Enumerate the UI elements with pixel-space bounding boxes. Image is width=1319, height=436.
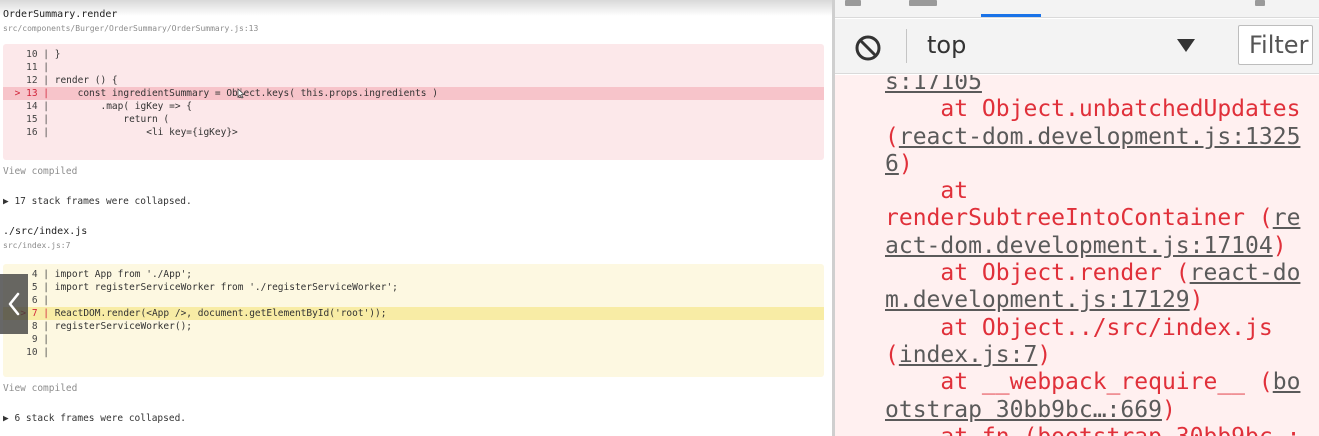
line-number: 10 | bbox=[26, 347, 49, 358]
error-overlay: OrderSummary.render src/components/Burge… bbox=[0, 0, 832, 436]
code-line: 4 | import App from './App'; bbox=[3, 268, 824, 281]
previous-error-button[interactable] bbox=[0, 274, 28, 334]
stack-trace-line: (index.js:7) bbox=[885, 342, 1300, 369]
line-number: 14 | bbox=[26, 101, 49, 112]
stack-text: at fn (bootstrap 30bb9bc…: bbox=[885, 424, 1300, 436]
code-line: 15 | return ( bbox=[3, 113, 824, 126]
line-number: > 13 | bbox=[14, 88, 49, 99]
collapsed-frames-toggle[interactable]: ▶ 6 stack frames were collapsed. bbox=[3, 413, 186, 424]
line-number: 9 | bbox=[31, 334, 49, 345]
stack-text: ) bbox=[1272, 232, 1287, 259]
code-text: import App from './App'; bbox=[54, 269, 193, 280]
source-link[interactable]: bo bbox=[1273, 369, 1301, 395]
stack-trace-line: at Object.unbatchedUpdates bbox=[885, 96, 1300, 123]
stack-text: ( bbox=[885, 123, 899, 150]
error-stack-trace: s:17105 at Object.unbatchedUpdates (react… bbox=[885, 75, 1300, 436]
code-line: 10 | } bbox=[3, 48, 824, 61]
stack-text: at Object../src/index.js bbox=[885, 314, 1273, 341]
line-number: 16 | bbox=[26, 127, 49, 138]
error-code-line: > 7 | ReactDOM.render(<App />, document.… bbox=[3, 307, 824, 320]
code-text: render () { bbox=[54, 75, 118, 86]
code-line: 12 | render () { bbox=[3, 74, 824, 87]
stack-text: ( bbox=[885, 341, 899, 368]
source-link[interactable]: otstrap 30bb9bc…:669 bbox=[885, 397, 1162, 423]
view-compiled-link[interactable]: View compiled bbox=[3, 166, 77, 177]
code-text: <li key={igKey}> bbox=[54, 127, 238, 138]
stack-trace-line: at __webpack_require__ (bo bbox=[885, 369, 1300, 396]
code-line: 14 | .map( igKey => { bbox=[3, 100, 824, 113]
console-messages: s:17105 at Object.unbatchedUpdates (react… bbox=[835, 75, 1319, 436]
code-text: ReactDOM.render(<App />, document.getEle… bbox=[54, 308, 387, 319]
context-selector[interactable]: top bbox=[927, 31, 966, 59]
stack-trace-line: at bbox=[885, 178, 1300, 205]
code-text: return ( bbox=[54, 114, 170, 125]
stack-text: ) bbox=[1161, 396, 1176, 423]
stack-frame-path[interactable]: src/components/Burger/OrderSummary/Order… bbox=[3, 24, 258, 33]
source-link[interactable]: 6 bbox=[885, 151, 899, 177]
stack-trace-line: (react-dom.development.js:1325 bbox=[885, 124, 1300, 151]
code-snippet: 10 | } 11 | 12 | render () {> 13 | const … bbox=[3, 44, 824, 160]
source-link[interactable]: react-dom.development.js:1325 bbox=[899, 124, 1301, 150]
stack-trace-line: at Object../src/index.js bbox=[885, 315, 1300, 342]
source-link[interactable]: m.development.js:17129 bbox=[885, 287, 1190, 313]
stack-text: at __webpack_require__ ( bbox=[885, 369, 1273, 396]
stack-text: ) bbox=[1189, 287, 1204, 314]
source-link[interactable]: re bbox=[1273, 205, 1301, 231]
line-number: 12 | bbox=[26, 75, 49, 86]
stack-trace-line: m.development.js:17129) bbox=[885, 287, 1300, 314]
code-text: .map( igKey => { bbox=[54, 101, 193, 112]
code-text: import registerServiceWorker from './reg… bbox=[54, 282, 398, 293]
code-line: 8 | registerServiceWorker(); bbox=[3, 320, 824, 333]
stack-text: at bbox=[885, 178, 969, 205]
collapsed-frames-toggle[interactable]: ▶ 17 stack frames were collapsed. bbox=[3, 196, 192, 207]
source-link[interactable]: index.js:7 bbox=[899, 342, 1037, 368]
code-line: 10 | bbox=[3, 346, 824, 359]
code-line: 9 | bbox=[3, 333, 824, 346]
stack-trace-line: act-dom.development.js:17104) bbox=[885, 233, 1300, 260]
stack-trace-line: at Object.render (react-do bbox=[885, 260, 1300, 287]
view-compiled-link[interactable]: View compiled bbox=[3, 383, 77, 394]
block-icon[interactable] bbox=[853, 33, 883, 63]
code-line: 11 | bbox=[3, 61, 824, 74]
caret-down-icon[interactable] bbox=[1175, 35, 1197, 55]
stack-trace-line: renderSubtreeIntoContainer (re bbox=[885, 205, 1300, 232]
stack-text: at Object.render ( bbox=[885, 260, 1190, 287]
line-number: 11 | bbox=[26, 62, 49, 73]
source-link[interactable]: act-dom.development.js:17104 bbox=[885, 233, 1273, 259]
console-toolbar: top bbox=[835, 19, 1319, 74]
code-snippet: 4 | import App from './App'; 5 | import r… bbox=[3, 264, 824, 377]
toolbar-separator bbox=[906, 29, 907, 63]
line-number: 15 | bbox=[26, 114, 49, 125]
stack-text: ) bbox=[898, 150, 913, 177]
error-code-line: > 13 | const ingredientSummary = Object.… bbox=[3, 87, 824, 100]
code-line: 5 | import registerServiceWorker from '.… bbox=[3, 281, 824, 294]
stack-text: renderSubtreeIntoContainer ( bbox=[885, 205, 1273, 232]
code-text: const ingredientSummary = Object.keys( t… bbox=[54, 88, 438, 99]
devtools-tab-bar bbox=[835, 0, 1319, 18]
mouse-cursor-icon bbox=[237, 88, 245, 99]
stack-trace-line: at fn (bootstrap 30bb9bc…: bbox=[885, 424, 1300, 436]
code-line: 16 | <li key={igKey}> bbox=[3, 126, 824, 139]
stack-frame-title[interactable]: OrderSummary.render bbox=[3, 9, 117, 20]
line-number: 10 | bbox=[26, 49, 49, 60]
stack-frame-title[interactable]: ./src/index.js bbox=[3, 226, 87, 237]
tab-icon[interactable] bbox=[845, 0, 861, 6]
chevron-left-icon bbox=[8, 292, 20, 316]
code-line: 6 | bbox=[3, 294, 824, 307]
stack-trace-line: otstrap 30bb9bc…:669) bbox=[885, 397, 1300, 424]
active-tab-indicator bbox=[981, 14, 1041, 17]
code-text: registerServiceWorker(); bbox=[54, 321, 193, 332]
stack-text: at Object.unbatchedUpdates bbox=[885, 96, 1301, 123]
devtools-panel: top s:17105 at Object.unbatchedUpdates(r… bbox=[835, 0, 1319, 436]
source-link[interactable]: react-do bbox=[1190, 260, 1301, 286]
tab-icon[interactable] bbox=[1255, 0, 1265, 6]
stack-trace-line: 6) bbox=[885, 151, 1300, 178]
source-link[interactable]: s:17105 bbox=[885, 75, 982, 95]
stack-frame-path[interactable]: src/index.js:7 bbox=[3, 241, 70, 250]
stack-text: ) bbox=[1037, 341, 1052, 368]
stack-trace-line: s:17105 bbox=[885, 75, 1300, 96]
tab-icon[interactable] bbox=[909, 0, 937, 6]
filter-input[interactable] bbox=[1238, 25, 1313, 65]
code-text: } bbox=[54, 49, 61, 60]
